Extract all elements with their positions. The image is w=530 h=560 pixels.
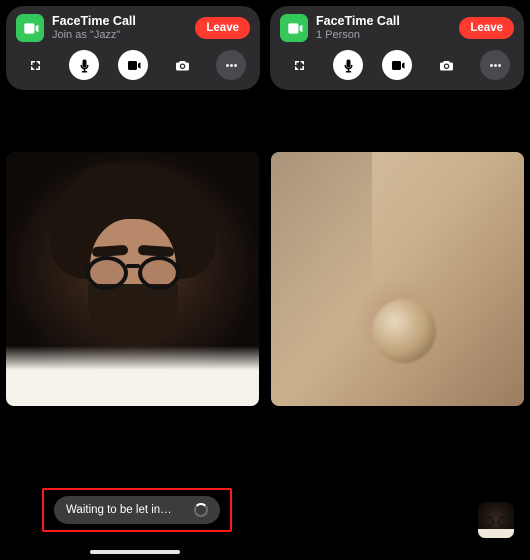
more-button[interactable] bbox=[480, 50, 510, 80]
panel-titles: FaceTime Call 1 Person bbox=[316, 15, 451, 41]
call-panel-left: FaceTime Call Join as "Jazz" Leave bbox=[6, 6, 260, 90]
panel-actions bbox=[16, 48, 250, 82]
panel-subtitle: 1 Person bbox=[316, 29, 451, 41]
camera-button[interactable] bbox=[167, 50, 197, 80]
panel-subtitle: Join as "Jazz" bbox=[52, 29, 187, 41]
call-panel-right: FaceTime Call 1 Person Leave bbox=[270, 6, 524, 90]
video-tile-remote[interactable] bbox=[271, 152, 524, 406]
video-button[interactable] bbox=[118, 50, 148, 80]
waiting-highlight: Waiting to be let in… bbox=[42, 488, 232, 532]
mic-button[interactable] bbox=[333, 50, 363, 80]
video-tile-self[interactable] bbox=[6, 152, 259, 406]
leave-button[interactable]: Leave bbox=[459, 17, 514, 39]
self-preview-thumbnail[interactable] bbox=[478, 502, 514, 538]
face-illustration bbox=[48, 164, 218, 374]
panel-title: FaceTime Call bbox=[52, 15, 187, 29]
panel-title: FaceTime Call bbox=[316, 15, 451, 29]
call-panels: FaceTime Call Join as "Jazz" Leave FaceT… bbox=[0, 0, 530, 90]
waiting-status-pill: Waiting to be let in… bbox=[54, 496, 220, 524]
panel-header: FaceTime Call 1 Person Leave bbox=[280, 14, 514, 42]
camera-button[interactable] bbox=[431, 50, 461, 80]
panel-titles: FaceTime Call Join as "Jazz" bbox=[52, 15, 187, 41]
video-tiles bbox=[0, 152, 530, 406]
expand-button[interactable] bbox=[20, 50, 50, 80]
panel-actions bbox=[280, 48, 514, 82]
mic-button[interactable] bbox=[69, 50, 99, 80]
expand-button[interactable] bbox=[284, 50, 314, 80]
leave-button[interactable]: Leave bbox=[195, 17, 250, 39]
waiting-status-text: Waiting to be let in… bbox=[66, 504, 172, 516]
more-button[interactable] bbox=[216, 50, 246, 80]
video-button[interactable] bbox=[382, 50, 412, 80]
spinner-icon bbox=[194, 503, 208, 517]
facetime-app-icon bbox=[16, 14, 44, 42]
panel-header: FaceTime Call Join as "Jazz" Leave bbox=[16, 14, 250, 42]
home-indicator[interactable] bbox=[90, 550, 180, 554]
facetime-app-icon bbox=[280, 14, 308, 42]
